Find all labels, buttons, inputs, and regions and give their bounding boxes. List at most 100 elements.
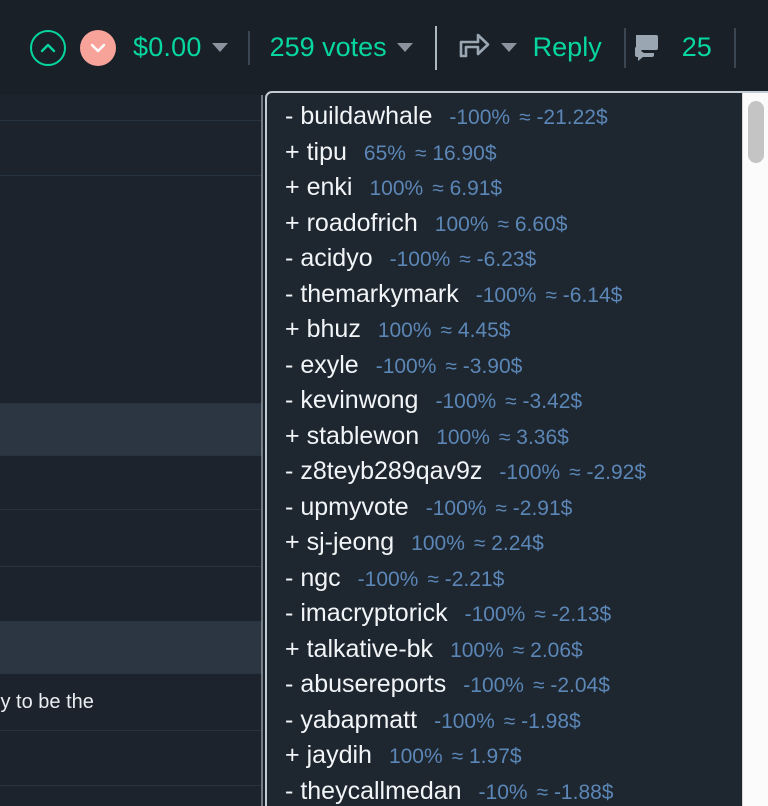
voter-row[interactable]: - acidyo -100% ≈ -6.23$: [267, 244, 742, 280]
voter-sign: -: [285, 563, 294, 592]
comment-bubbles-icon[interactable]: [632, 29, 668, 66]
votes-caret-icon[interactable]: [396, 43, 413, 52]
voter-amount: ≈ -3.90$: [445, 354, 523, 378]
voter-name[interactable]: roadofrich: [307, 209, 418, 238]
voter-row[interactable]: - z8teyb289qav9z -100% ≈ -2.92$: [267, 457, 742, 493]
voter-amount: ≈ 1.97$: [451, 745, 522, 768]
downvote-button[interactable]: [80, 29, 116, 66]
voter-name[interactable]: bhuz: [307, 315, 361, 344]
voter-amount: ≈ -2.21$: [427, 567, 505, 591]
voter-row[interactable]: - yabapmatt -100% ≈ -1.98$: [267, 706, 742, 742]
voter-name[interactable]: theycallmedan: [300, 777, 461, 806]
voter-sign: +: [285, 137, 300, 166]
voter-amount: ≈ -2.04$: [532, 674, 610, 697]
post-action-toolbar: $0.00 259 votes Reply 25: [0, 0, 768, 95]
voter-sign: +: [285, 315, 300, 343]
voter-name[interactable]: kevinwong: [300, 386, 418, 415]
voter-sign: +: [285, 634, 300, 663]
voter-name[interactable]: tipu: [307, 138, 347, 167]
voter-name[interactable]: yabapmatt: [300, 706, 417, 735]
table-row: [0, 176, 262, 404]
table-row: ted): [0, 622, 262, 674]
voter-name[interactable]: talkative-bk: [307, 635, 433, 664]
payout-value[interactable]: $0.00: [133, 32, 202, 63]
share-caret-icon[interactable]: [500, 43, 517, 52]
voter-name[interactable]: z8teyb289qav9z: [300, 457, 482, 486]
voter-row[interactable]: + jaydih 100% ≈ 1.97$: [267, 741, 742, 777]
toolbar-divider-4: [733, 27, 736, 68]
voter-name[interactable]: abusereports: [300, 670, 446, 699]
voter-name[interactable]: themarkymark: [300, 280, 458, 309]
voter-percent: 100%: [369, 177, 424, 200]
voter-amount: ≈ -1.88$: [536, 780, 614, 804]
voter-percent: -100%: [463, 674, 524, 697]
table-row: [0, 510, 262, 567]
voter-row[interactable]: - upmyvote -100% ≈ -2.91$: [267, 493, 742, 529]
reply-button[interactable]: Reply: [533, 32, 602, 63]
voter-row[interactable]: + enki 100% ≈ 6.91$: [267, 173, 742, 209]
table-row: [0, 456, 262, 510]
voter-name[interactable]: exyle: [300, 351, 358, 380]
background-content-table: ted) nor of the army to be the: [0, 95, 262, 806]
voter-row[interactable]: + sj-jeong 100% ≈ 2.24$: [267, 528, 742, 564]
voter-amount: ≈ -2.92$: [569, 461, 647, 484]
table-row: [0, 121, 262, 176]
voter-row[interactable]: - themarkymark -100% ≈ -6.14$: [267, 280, 742, 316]
voter-row[interactable]: - theycallmedan -10% ≈ -1.88$: [267, 777, 742, 806]
chevron-down-icon: [90, 43, 106, 52]
voter-row[interactable]: + tipu 65% ≈ 16.90$: [267, 138, 742, 174]
voter-percent: 100%: [388, 745, 443, 768]
upvote-button[interactable]: [30, 29, 66, 66]
voter-sign: +: [285, 208, 300, 237]
voter-row[interactable]: + talkative-bk 100% ≈ 2.06$: [267, 635, 742, 671]
voter-row[interactable]: - buildawhale -100% ≈ -21.22$: [267, 102, 742, 138]
table-row: [0, 95, 262, 121]
voters-list: - buildawhale -100% ≈ -21.22$ + tipu 65% ≈ 16.9…: [267, 93, 742, 806]
table-row: [0, 786, 262, 806]
voter-row[interactable]: - exyle -100% ≈ -3.90$: [267, 351, 742, 387]
voter-percent: 100%: [434, 212, 489, 236]
voter-row[interactable]: - ngc -100% ≈ -2.21$: [267, 564, 742, 600]
voter-percent: 100%: [377, 319, 432, 342]
voter-name[interactable]: buildawhale: [300, 102, 432, 131]
voter-row[interactable]: + stablewon 100% ≈ 3.36$: [267, 422, 742, 458]
voter-sign: -: [285, 457, 294, 485]
voter-name[interactable]: stablewon: [307, 422, 420, 451]
voter-name[interactable]: imacryptorick: [300, 599, 447, 628]
voter-amount: ≈ 16.90$: [414, 141, 497, 165]
voter-row[interactable]: - imacryptorick -100% ≈ -2.13$: [267, 599, 742, 635]
voter-row[interactable]: - abusereports -100% ≈ -2.04$: [267, 670, 742, 706]
voter-sign: -: [285, 386, 294, 414]
voter-percent: -100%: [389, 248, 451, 271]
voter-name[interactable]: sj-jeong: [307, 528, 395, 557]
post-footer-screen: ted) nor of the army to be the $0.00 259 …: [0, 0, 768, 806]
voter-amount: ≈ -2.13$: [534, 603, 612, 626]
voter-name[interactable]: acidyo: [300, 244, 372, 273]
voter-row[interactable]: - kevinwong -100% ≈ -3.42$: [267, 386, 742, 422]
voter-percent: -10%: [478, 780, 528, 804]
voter-sign: -: [285, 776, 294, 805]
voter-name[interactable]: enki: [307, 173, 353, 202]
voter-sign: -: [285, 244, 294, 272]
voter-sign: -: [285, 705, 294, 734]
voter-amount: ≈ -6.14$: [545, 283, 623, 307]
voter-percent: 100%: [450, 638, 504, 662]
votes-count-label[interactable]: 259 votes: [270, 32, 387, 63]
voter-name[interactable]: ngc: [300, 564, 340, 593]
chevron-up-icon: [40, 43, 56, 52]
voters-scrollbar[interactable]: [742, 93, 768, 806]
voters-popup: - buildawhale -100% ≈ -21.22$ + tipu 65% ≈ 16.9…: [265, 91, 768, 806]
voter-name[interactable]: jaydih: [307, 741, 372, 770]
voter-percent: -100%: [464, 603, 526, 626]
voter-sign: -: [285, 350, 294, 379]
scrollbar-thumb[interactable]: [748, 101, 764, 163]
payout-caret-icon[interactable]: [211, 43, 228, 52]
toolbar-divider-3: [623, 27, 626, 68]
voter-sign: -: [285, 599, 294, 627]
voter-row[interactable]: + roadofrich 100% ≈ 6.60$: [267, 209, 742, 245]
voter-row[interactable]: + bhuz 100% ≈ 4.45$: [267, 315, 742, 351]
table-row: nor of the army to be the: [0, 674, 262, 731]
table-row: [0, 567, 262, 622]
share-arrow-icon[interactable]: [457, 30, 491, 65]
voter-name[interactable]: upmyvote: [300, 493, 408, 522]
